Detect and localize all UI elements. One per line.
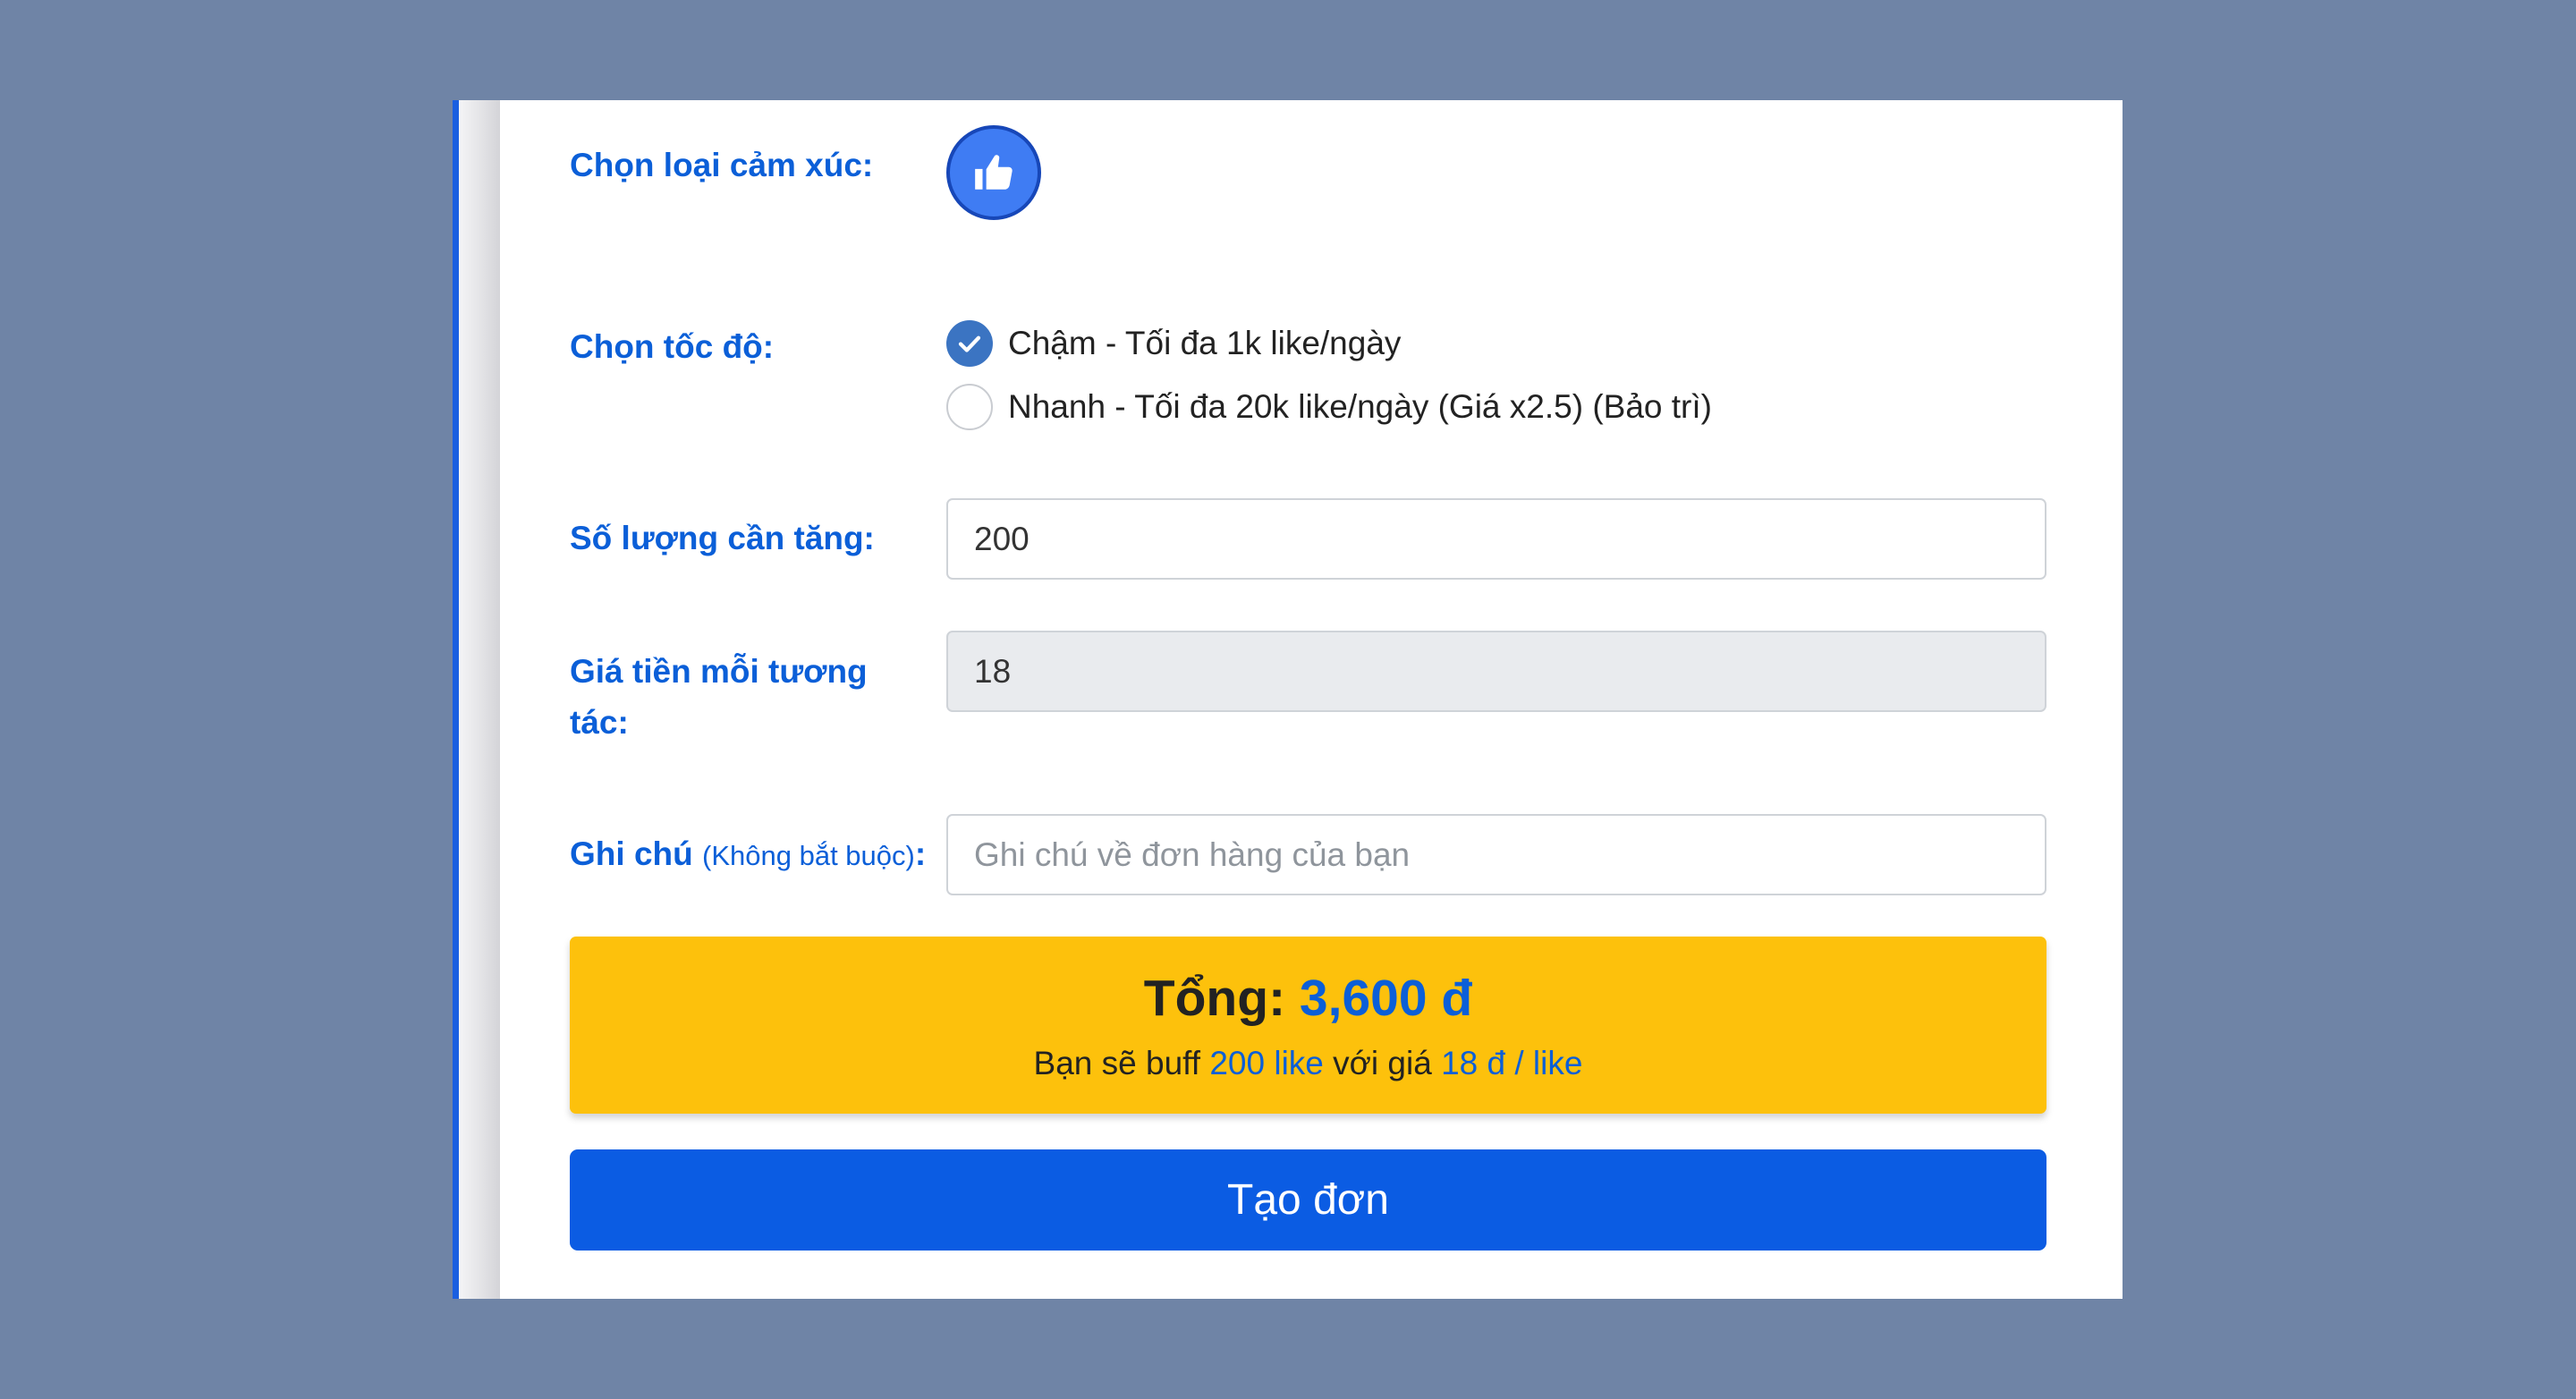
speed-label: Chọn tốc độ:: [570, 328, 775, 365]
thumbs-up-icon: [975, 155, 1013, 190]
detail-price: 18 đ / like: [1441, 1045, 1583, 1081]
quantity-input[interactable]: [974, 520, 2019, 558]
note-label-main: Ghi chú: [570, 835, 693, 872]
note-label-hint: (Không bắt buộc): [702, 840, 915, 871]
price-label-line1: Giá tiền mỗi tương: [570, 653, 868, 690]
order-summary: Tổng: 3,600 đ Bạn sẽ buff 200 like với g…: [570, 937, 2046, 1114]
detail-prefix: Bạn sẽ buff: [1033, 1045, 1201, 1081]
total-amount: 3,600 đ: [1299, 970, 1473, 1027]
reaction-like-button[interactable]: [946, 125, 1041, 220]
note-field[interactable]: [946, 814, 2046, 895]
note-label: Ghi chú (Không bắt buộc):: [570, 828, 926, 881]
quantity-field[interactable]: [946, 498, 2046, 580]
price-value: 18: [974, 652, 1012, 690]
speed-option-fast-label: Nhanh - Tối đa 20k like/ngày (Giá x2.5) …: [1008, 388, 1712, 425]
price-field: 18: [946, 631, 2046, 712]
panel-accent-bar: [453, 100, 459, 1299]
reaction-label: Chọn loại cảm xúc:: [570, 147, 874, 183]
detail-middle: với giá: [1333, 1045, 1432, 1081]
radio-fast[interactable]: [946, 384, 993, 430]
check-icon: [958, 335, 981, 352]
price-label: Giá tiền mỗi tương tác:: [570, 646, 868, 748]
quantity-label: Số lượng cần tăng:: [570, 520, 875, 556]
panel-gutter: [459, 100, 500, 1299]
total-label: Tổng:: [1143, 970, 1286, 1027]
speed-option-slow-label: Chậm - Tối đa 1k like/ngày: [1008, 325, 1402, 361]
note-input[interactable]: [974, 835, 2019, 874]
radio-slow[interactable]: [946, 320, 993, 367]
summary-detail: Bạn sẽ buff 200 like với giá 18 đ / like: [570, 1042, 2046, 1085]
create-order-button[interactable]: Tạo đơn: [570, 1149, 2046, 1251]
speed-option-fast[interactable]: Nhanh - Tối đa 20k like/ngày (Giá x2.5) …: [946, 384, 1712, 430]
note-label-colon: :: [914, 835, 927, 872]
total-line: Tổng: 3,600 đ: [570, 967, 2046, 1030]
order-form-panel: Chọn loại cảm xúc: Chọn tốc độ: Chậm - T…: [453, 100, 2123, 1299]
detail-quantity: 200 like: [1209, 1045, 1324, 1081]
speed-option-slow[interactable]: Chậm - Tối đa 1k like/ngày: [946, 320, 1401, 367]
price-label-line2: tác:: [570, 704, 629, 741]
